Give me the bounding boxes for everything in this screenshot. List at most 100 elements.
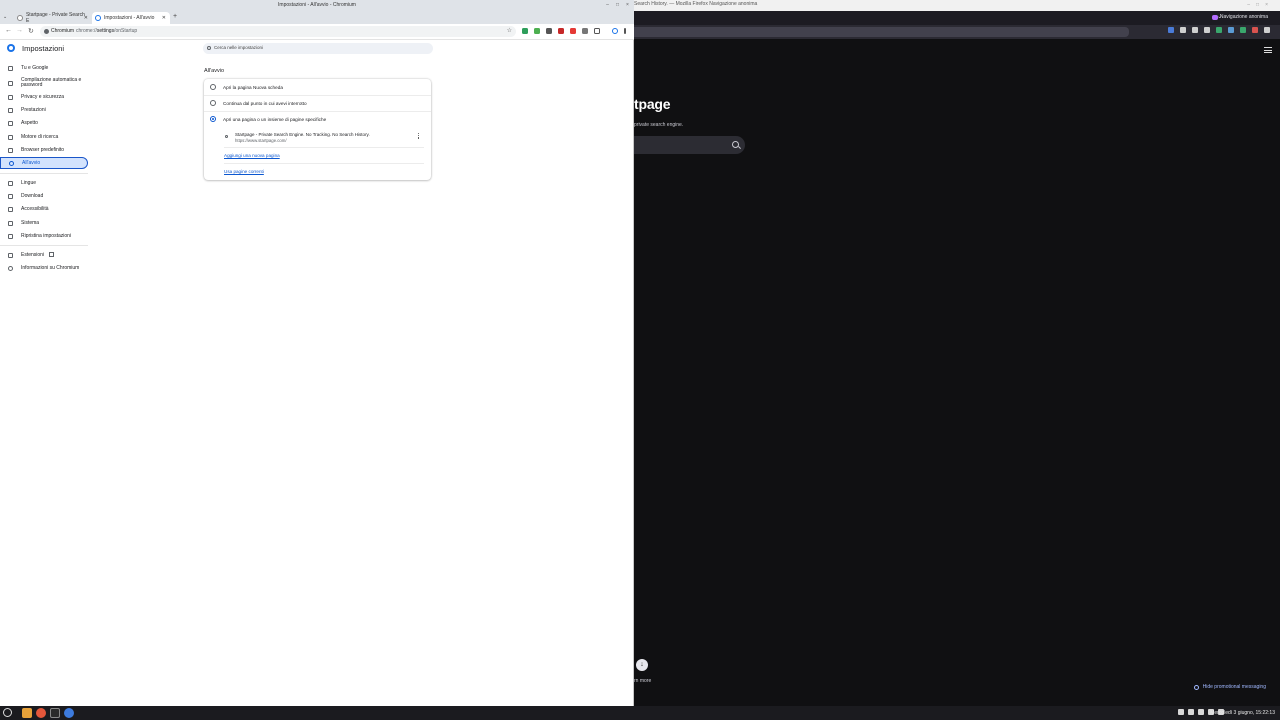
sidebar-item-downloads[interactable]: Download [0, 190, 88, 202]
firefox-taskbar-icon[interactable] [36, 708, 46, 718]
radio-open-specific-pages[interactable]: Apri una pagina o un insieme di pagine s… [204, 111, 431, 127]
address-bar[interactable]: Chromium chrome://settings/onStartup ☆ [40, 26, 516, 37]
radio-button-selected[interactable] [210, 116, 216, 122]
firefox-menu-icon[interactable] [1264, 27, 1270, 33]
minimize-button[interactable]: – [605, 2, 610, 8]
sidebar-item-privacy[interactable]: Privacy e sicurezza [0, 91, 88, 103]
radio-continue-where-left[interactable]: Continua dal punto in cui avevi interrot… [204, 95, 431, 111]
firefox-tabbar: ⌄ Navigazione anonima [634, 11, 1280, 25]
firefox-window-controls[interactable]: –□× [1247, 2, 1274, 8]
extension-icon-6[interactable] [1228, 27, 1234, 33]
puzzle-piece-icon [8, 252, 13, 258]
maximize-button[interactable]: □ [615, 2, 620, 8]
profile-avatar-icon[interactable] [612, 28, 618, 34]
app-menu-icon[interactable] [3, 708, 12, 717]
learn-more-link[interactable]: rn more [634, 678, 651, 684]
network-icon[interactable] [1188, 709, 1194, 715]
chromium-taskbar-icon[interactable] [64, 708, 74, 718]
settings-search-input[interactable]: Cerca nelle impostazioni [203, 43, 433, 54]
sidebar-item-label: Accessibilità [21, 205, 49, 212]
sidebar-item-reset[interactable]: Ripristina impostazioni [0, 230, 88, 242]
taskbar-clock[interactable]: Mercoledì 3 giugno, 15:22:13 [1210, 710, 1275, 716]
tab-search-chevron-icon[interactable]: ⌄ [3, 14, 7, 20]
person-icon [8, 65, 13, 71]
reload-icon[interactable]: ↻ [28, 27, 34, 35]
firefox-url-bar[interactable] [634, 27, 1129, 37]
radio-label: Apri una pagina o un insieme di pagine s… [223, 117, 327, 122]
chromium-window-controls: – □ × [605, 2, 630, 8]
extension-icon-2[interactable] [1180, 27, 1186, 33]
vpn-icon[interactable] [1178, 709, 1184, 715]
sidebar-item-label: Download [21, 192, 44, 199]
extension-icon-6[interactable] [582, 28, 588, 34]
terminal-icon[interactable] [50, 708, 60, 718]
extension-shield-icon[interactable] [522, 28, 528, 34]
sidebar-item-extensions[interactable]: Estensioni [0, 249, 88, 261]
open-in-new-icon [49, 252, 54, 257]
file-manager-icon[interactable] [22, 708, 32, 718]
add-new-page-link[interactable]: Aggiungi una nuova pagina [224, 153, 280, 158]
extension-icon-3[interactable] [546, 28, 552, 34]
chromium-titlebar: Impostazioni - All'avvio - Chromium – □ … [0, 0, 634, 11]
sidebar-item-accessibility[interactable]: Accessibilità [0, 203, 88, 215]
speedometer-icon [8, 107, 13, 113]
sidebar-item-label: Aspetto [21, 119, 38, 126]
bookmark-star-icon[interactable]: ☆ [507, 27, 512, 34]
extension-icon-4[interactable] [1204, 27, 1210, 33]
sidebar-item-languages[interactable]: Lingue [0, 177, 88, 189]
new-tab-button[interactable]: + [173, 13, 177, 20]
extension-icon-2[interactable] [534, 28, 540, 34]
startpage-content: tpage private search engine. ↓ rn more H… [634, 39, 1280, 706]
hamburger-menu-icon[interactable] [1264, 47, 1272, 53]
extension-icon-5[interactable] [1216, 27, 1222, 33]
startup-page-url: https://www.startpage.com/ [235, 138, 287, 143]
tab-settings[interactable]: Impostazioni - All'avvio ✕ [92, 12, 170, 24]
extension-icon-8[interactable] [1252, 27, 1258, 33]
back-arrow-icon[interactable]: ← [5, 27, 12, 34]
power-icon [9, 160, 14, 166]
extension-icon-1[interactable] [1168, 27, 1174, 33]
sidebar-item-about[interactable]: Informazioni su Chromium [0, 262, 88, 274]
url-text[interactable]: chrome://settings/onStartup [76, 28, 137, 34]
extension-icon-7[interactable] [1240, 27, 1246, 33]
close-tab-icon[interactable]: ✕ [162, 15, 166, 21]
private-mask-icon [1211, 14, 1218, 20]
url-scheme: chrome:// [76, 28, 97, 34]
extension-icon-3[interactable] [1192, 27, 1198, 33]
sidebar-item-default-browser[interactable]: Browser predefinito [0, 144, 88, 156]
sidebar-item-search-engine[interactable]: Motore di ricerca [0, 131, 88, 143]
chromium-logo-icon [8, 265, 13, 271]
radio-open-new-tab[interactable]: Apri la pagina Nuova scheda [204, 79, 431, 95]
site-chip-label: Chromium [51, 28, 75, 34]
taskbar: Mercoledì 3 giugno, 15:22:13 [0, 706, 1280, 720]
forward-arrow-icon[interactable]: → [16, 27, 23, 34]
chromium-menu-icon[interactable] [624, 28, 626, 34]
devices-icon[interactable] [1198, 709, 1204, 715]
close-button[interactable]: × [625, 2, 630, 8]
scroll-down-arrow-icon[interactable]: ↓ [636, 659, 648, 671]
search-icon[interactable] [732, 141, 739, 148]
radio-button[interactable] [210, 84, 216, 90]
more-actions-icon[interactable] [418, 133, 420, 140]
sidebar-item-label: Privacy e sicurezza [21, 93, 65, 100]
extension-ublock-icon[interactable] [558, 28, 564, 34]
sidebar-item-you-and-google[interactable]: Tu e Google [0, 62, 88, 74]
firefox-window: Search History. — Mozilla Firefox Naviga… [634, 0, 1280, 706]
radio-button[interactable] [210, 100, 216, 106]
sidebar-item-system[interactable]: Sistema [0, 217, 88, 229]
site-info-chip[interactable]: Chromium [44, 28, 74, 34]
palette-icon [8, 120, 13, 126]
sidebar-item-performance[interactable]: Prestazioni [0, 104, 88, 116]
startpage-search-box[interactable] [634, 136, 745, 154]
chromium-logo-icon [44, 28, 49, 34]
close-tab-icon[interactable]: ✕ [84, 15, 88, 21]
tab-startpage[interactable]: Startpage - Private Search E ✕ [14, 12, 92, 24]
sidebar-item-appearance[interactable]: Aspetto [0, 117, 88, 129]
hide-promotional-messaging-link[interactable]: Hide promotional messaging [1193, 684, 1266, 690]
extension-icon-5[interactable] [570, 28, 576, 34]
extensions-puzzle-icon[interactable] [594, 28, 600, 34]
sidebar-item-autofill[interactable]: Compilazione automatica e password [0, 76, 88, 90]
use-current-pages-link[interactable]: Usa pagine correnti [224, 169, 264, 174]
divider [224, 147, 424, 148]
sidebar-item-on-startup[interactable]: All'avvio [0, 157, 88, 169]
